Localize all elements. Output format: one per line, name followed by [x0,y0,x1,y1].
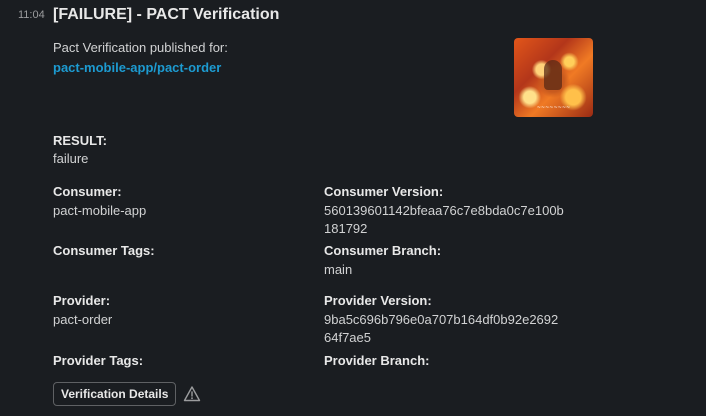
pact-link[interactable]: pact-mobile-app/pact-order [53,60,221,75]
provider-version-label: Provider Version: [324,293,432,308]
provider-version-line1: 9ba5c696b796e0a707b164df0b92e2692 [324,312,559,327]
consumer-version-label: Consumer Version: [324,184,444,199]
provider-branch-label: Provider Branch: [324,353,430,368]
provider-version-value: 9ba5c696b796e0a707b164df0b92e2692 64f7ae… [324,311,558,347]
provider-value: pact-order [53,312,113,327]
consumer-version-line2: 181792 [324,221,368,236]
message-actions: Verification Details [53,382,201,406]
result-value: failure [53,151,89,166]
result-label: RESULT: [53,133,107,148]
slack-message: 11:04 [FAILURE] - PACT Verification Pact… [0,0,706,416]
warning-triangle-icon[interactable] [183,385,201,403]
thumbnail-figure [544,60,562,90]
message-title: [FAILURE] - PACT Verification [53,6,280,23]
consumer-branch-value: main [324,262,353,277]
consumer-label: Consumer: [53,184,122,199]
verification-details-button[interactable]: Verification Details [53,382,177,406]
consumer-tags-label: Consumer Tags: [53,243,155,258]
provider-version-line2: 64f7ae5 [324,330,371,345]
consumer-value: pact-mobile-app [53,203,147,218]
provider-tags-label: Provider Tags: [53,353,144,368]
thumbnail-caption: ~~~~~~~~ [536,105,571,111]
intro-text: Pact Verification published for: [53,40,228,55]
consumer-version-line1: 560139601142bfeaa76c7e8bda0c7e100b [324,203,564,218]
provider-label: Provider: [53,293,111,308]
fire-thumbnail-image[interactable]: ~~~~~~~~ [514,38,593,117]
message-timestamp[interactable]: 11:04 [18,9,45,21]
consumer-branch-label: Consumer Branch: [324,243,442,258]
consumer-version-value: 560139601142bfeaa76c7e8bda0c7e100b 18179… [324,202,564,238]
